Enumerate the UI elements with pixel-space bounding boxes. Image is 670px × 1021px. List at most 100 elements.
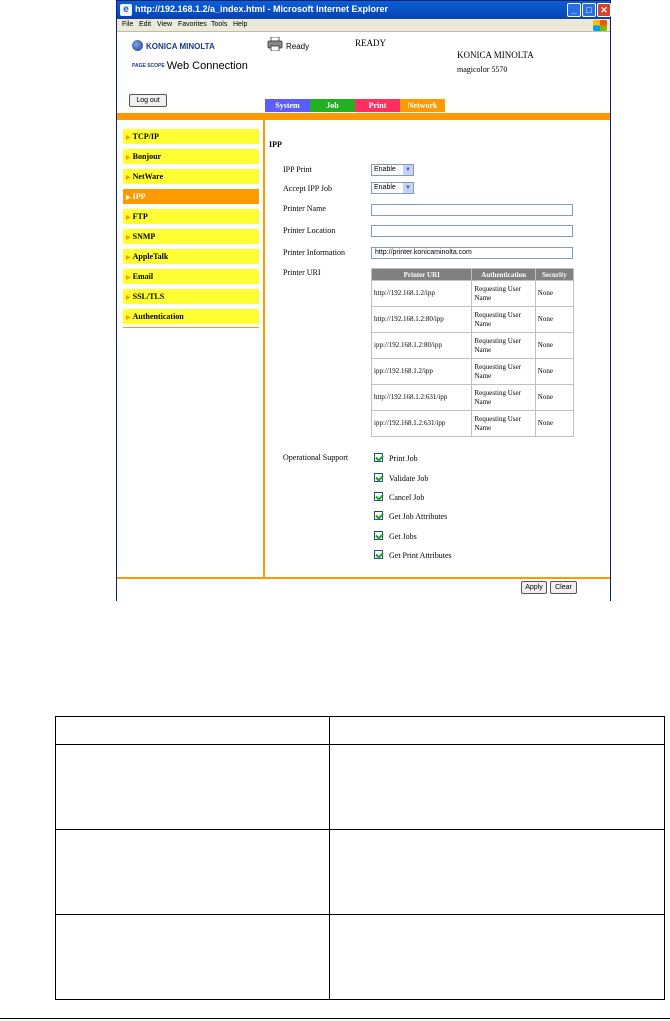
arrow-right-icon: ▶ [126,175,131,181]
page-title: IPP [269,140,282,149]
checkbox-icon[interactable] [374,550,383,559]
tab-system[interactable]: System [265,99,310,112]
printer-location-input[interactable] [371,225,573,237]
sidebar-bottom-line [123,327,259,328]
sidebar-item-ipp[interactable]: ▶ IPP [123,189,259,204]
menu-tools[interactable]: Tools [211,21,227,28]
printer-uri-label: Printer URI [283,268,321,277]
column-header-authentication: Authentication [471,268,536,281]
security-cell: None [534,410,575,437]
sidebar-item-tcpip[interactable]: ▶ TCP/IP [123,129,259,144]
printer-location-label: Printer Location [283,226,336,235]
checkbox-icon[interactable] [374,473,383,482]
printer-name-label: Printer Name [283,204,326,213]
arrow-right-icon: ▶ [126,295,131,301]
table-cell [329,829,665,915]
checkbox-validate-job[interactable]: Validate Job [374,473,428,483]
accept-ipp-job-label: Accept IPP Job [283,184,333,193]
table-header-row: Printer URI Authentication Security [370,268,575,281]
checkbox-get-jobs[interactable]: Get Jobs [374,531,417,541]
pagescope-web-connection-logo: PAGE SCOPE Web Connection [132,60,248,72]
table-row: http://192.168.1.2:631/ipp Requesting Us… [370,384,575,411]
header-divider [117,113,610,120]
checkbox-icon[interactable] [374,531,383,540]
menu-favorites[interactable]: Favorites [178,21,207,28]
page-bottom-rule [0,1018,670,1019]
checkbox-icon[interactable] [374,511,383,520]
sidebar-item-bonjour[interactable]: ▶ Bonjour [123,149,259,164]
footer-divider [117,577,610,579]
table-cell [55,716,330,745]
table-cell [329,716,665,745]
checkbox-cancel-job[interactable]: Cancel Job [374,492,424,502]
menu-help[interactable]: Help [233,21,247,28]
arrow-right-icon: ▶ [126,235,131,241]
authentication-cell: Requesting User Name [471,358,536,385]
table-row: http://192.168.1.2/ipp Requesting User N… [370,280,575,307]
title-bar: e http://192.168.1.2/a_index.html - Micr… [117,1,611,19]
uri-cell: http://192.168.1.2:80/ipp [370,306,473,333]
checkbox-print-job[interactable]: Print Job [374,453,418,463]
menu-bar: File Edit View Favorites Tools Help [117,19,610,32]
logout-button[interactable]: Log out [129,94,167,107]
maximize-button[interactable]: □ [582,3,596,17]
arrow-right-icon: ▶ [126,155,131,161]
close-button[interactable]: ✕ [597,3,611,17]
sidebar-item-email[interactable]: ▶ Email [123,269,259,284]
uri-cell: ipp://192.168.1.2:631/ipp [370,410,473,437]
chevron-down-icon: ▼ [403,183,413,193]
ipp-print-select[interactable]: Enable ▼ [371,164,414,176]
checkbox-icon[interactable] [374,453,383,462]
column-header-printer-uri: Printer URI [370,268,473,281]
arrow-right-icon: ▶ [126,315,131,321]
clear-button[interactable]: Clear [550,581,577,594]
empty-document-table [55,716,665,1000]
uri-cell: http://192.168.1.2/ipp [370,280,473,307]
sidebar-item-appletalk[interactable]: ▶ AppleTalk [123,249,259,264]
globe-icon [132,40,143,51]
menu-file[interactable]: File [122,21,133,28]
security-cell: None [534,358,575,385]
apply-button[interactable]: Apply [521,581,547,594]
authentication-cell: Requesting User Name [471,410,536,437]
authentication-cell: Requesting User Name [471,384,536,411]
minimize-button[interactable]: _ [567,3,581,17]
printer-name-input[interactable] [371,204,573,216]
sidebar-item-ssl-tls[interactable]: ▶ SSL/TLS [123,289,259,304]
web-page: KONICA MINOLTA PAGE SCOPE Web Connection … [117,33,610,601]
printer-status-text: Ready [286,42,310,51]
security-cell: None [534,306,575,333]
uri-cell: http://192.168.1.2:631/ipp [370,384,473,411]
sidebar-divider [263,120,265,577]
printer-status-display: READY [355,38,386,48]
internet-explorer-icon: e [120,4,132,16]
sidebar-item-snmp[interactable]: ▶ SNMP [123,229,259,244]
table-row [55,914,665,1000]
windows-logo-icon [593,20,607,31]
table-cell [55,829,330,915]
tab-network[interactable]: Network [400,99,445,112]
security-cell: None [534,332,575,359]
table-cell [55,914,330,1000]
checkbox-get-print-attributes[interactable]: Get Print Attributes [374,550,452,560]
checkbox-get-job-attributes[interactable]: Get Job Attributes [374,511,447,521]
tab-print[interactable]: Print [355,99,400,112]
menu-edit[interactable]: Edit [139,21,151,28]
printer-uri-table: Printer URI Authentication Security http… [370,268,575,437]
accept-ipp-job-select[interactable]: Enable ▼ [371,182,414,194]
konica-minolta-logo: KONICA MINOLTA [132,40,215,52]
table-row: http://192.168.1.2:80/ipp Requesting Use… [370,306,575,333]
sidebar-item-authentication[interactable]: ▶ Authentication [123,309,259,324]
sidebar-item-netware[interactable]: ▶ NetWare [123,169,259,184]
menu-view[interactable]: View [157,21,172,28]
tab-job[interactable]: Job [310,99,355,112]
model-name: magicolor 5570 [457,65,508,74]
operational-support-label: Operational Support [283,453,349,462]
arrow-right-icon: ▶ [126,215,131,221]
checkbox-icon[interactable] [374,492,383,501]
printer-information-input[interactable]: http://printer.konicaminolta.com [371,247,573,259]
arrow-right-icon: ▶ [126,195,131,201]
table-row [55,716,665,745]
sidebar-item-ftp[interactable]: ▶ FTP [123,209,259,224]
security-cell: None [534,384,575,411]
